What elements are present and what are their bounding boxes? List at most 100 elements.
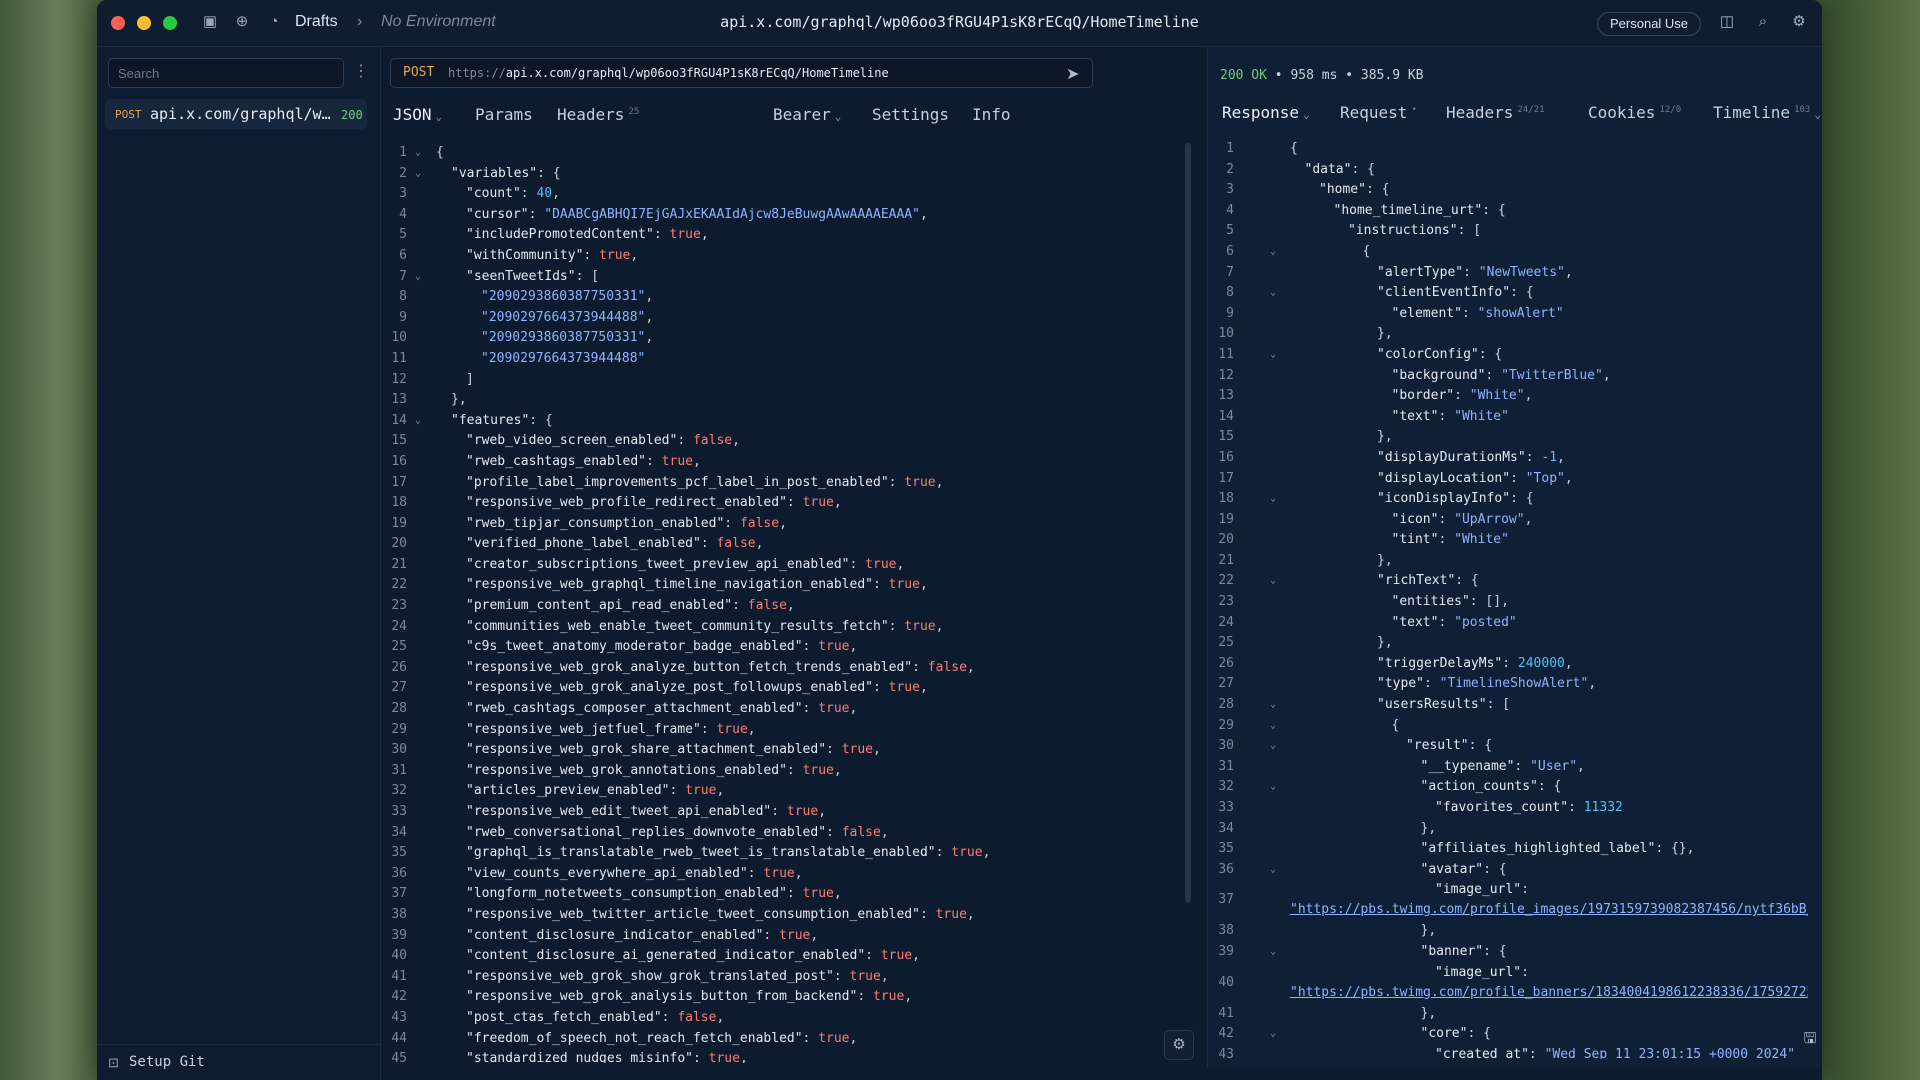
fold-chevron-icon[interactable]: ⌄ — [1270, 489, 1276, 510]
code-line: 25 "c9s_tweet_anatomy_moderator_badge_ena… — [381, 637, 1181, 658]
code-token: , — [747, 721, 756, 737]
settings-icon[interactable]: ⚙ — [1789, 12, 1809, 32]
fold-chevron-icon[interactable]: ⌄ — [1270, 571, 1276, 592]
code-line: 22 ⌄ "richText": { — [1208, 571, 1808, 592]
fold-chevron-icon[interactable]: ⌄ — [1270, 1024, 1276, 1045]
response-tab-response[interactable]: Response ⌄ — [1222, 103, 1310, 122]
code-token: "avatar" — [1420, 861, 1484, 877]
send-icon[interactable]: ➤ — [1066, 64, 1079, 84]
code-token: , — [935, 618, 944, 634]
response-tab-cookies[interactable]: Cookies 12/0 — [1588, 103, 1681, 122]
code-token: , — [1588, 676, 1597, 692]
code-line: 23 "premium_content_api_read_enabled": fa… — [381, 596, 1181, 617]
line-number: 27 — [391, 680, 407, 696]
code-line: 35 "graphql_is_translatable_rweb_tweet_is… — [381, 843, 1181, 864]
fold-chevron-icon[interactable]: ⌄ — [1270, 777, 1276, 798]
request-tab-settings[interactable]: Settings — [872, 105, 949, 124]
response-panel: 200 OK • 958 ms • 385.9 KB ↺ Response⌄Re… — [1207, 47, 1822, 1067]
fold-chevron-icon[interactable]: ⌄ — [1270, 695, 1276, 716]
response-tab-request[interactable]: Request • — [1340, 103, 1417, 122]
code-line: 5 "includePromotedContent": true, — [381, 225, 1181, 246]
workspace-button[interactable]: Personal Use — [1597, 12, 1702, 36]
request-tab-params[interactable]: Params — [475, 105, 533, 124]
fold-chevron-icon[interactable]: ⌄ — [1270, 345, 1276, 366]
code-line: 28 "rweb_cashtags_composer_attachment_ena… — [381, 699, 1181, 720]
code-token: : — [692, 1051, 709, 1063]
tab-label: Response — [1222, 103, 1300, 122]
request-tab-bearer[interactable]: Bearer ⌄ — [773, 105, 841, 124]
code-token: : — [1438, 408, 1455, 424]
fold-chevron-icon[interactable]: ⌄ — [415, 164, 421, 185]
fold-chevron-icon[interactable]: ⌄ — [1270, 736, 1276, 757]
code-token: "home_timeline_urt" — [1333, 202, 1483, 218]
code-line: 10}, — [1208, 324, 1808, 345]
fold-chevron-icon[interactable]: ⌄ — [415, 411, 421, 432]
response-tab-headers[interactable]: Headers 24/21 — [1446, 103, 1545, 122]
url-link[interactable]: "https://pbs.twimg.com/profile_banners/1… — [1290, 985, 1808, 1000]
request-tab-json[interactable]: JSON ⌄ — [393, 105, 442, 124]
environment-selector[interactable]: No Environment — [381, 13, 496, 31]
request-scrollbar[interactable] — [1185, 143, 1191, 903]
more-options-icon[interactable]: ⋮ — [353, 61, 369, 81]
code-text: "iconDisplayInfo": { — [1377, 489, 1534, 510]
code-token: }, — [451, 392, 467, 408]
search-icon[interactable]: ⌕ — [1753, 12, 1773, 32]
code-token: : — [771, 804, 787, 819]
code-token: 240000 — [1517, 655, 1565, 671]
editor-settings-icon[interactable]: ⚙ — [1164, 1030, 1194, 1060]
code-text: { — [1290, 139, 1298, 160]
fold-chevron-icon[interactable]: ⌄ — [415, 267, 421, 288]
code-token: "text" — [1391, 408, 1439, 424]
add-icon[interactable]: ⊕ — [233, 13, 251, 31]
url-link[interactable]: "https://pbs.twimg.com/profile_images/19… — [1290, 902, 1808, 917]
fold-chevron-icon[interactable]: ⌄ — [415, 143, 421, 164]
request-tab-headers[interactable]: Headers 25 — [557, 105, 639, 124]
sidebar-request-item[interactable]: POST api.x.com/graphql/w… 200 — [105, 99, 367, 129]
code-token: : — [919, 906, 936, 922]
maximize-window-button[interactable] — [163, 16, 177, 30]
request-tab-info[interactable]: Info — [972, 105, 1011, 124]
cookie-icon[interactable]: ◔ — [265, 13, 283, 31]
code-line: 21}, — [1208, 551, 1808, 572]
code-text: }, — [1421, 921, 1437, 942]
code-line: 13 "border": "White", — [1208, 386, 1808, 407]
sidebar-search-input[interactable]: Search — [108, 58, 344, 88]
url-method-selector[interactable]: POST — [403, 65, 434, 80]
fold-chevron-icon[interactable]: ⌄ — [1270, 242, 1276, 263]
code-token: , — [982, 845, 991, 861]
fold-chevron-icon[interactable]: ⌄ — [1270, 860, 1276, 881]
code-token: : — [857, 989, 873, 1005]
breadcrumb-drafts[interactable]: Drafts — [295, 13, 338, 31]
code-token: }, — [1420, 820, 1437, 836]
sidebar-toggle-icon[interactable]: ▣ — [201, 13, 219, 31]
code-token: "home" — [1319, 182, 1366, 198]
code-token: , — [833, 762, 842, 778]
minimize-window-button[interactable] — [137, 16, 151, 30]
url-input[interactable]: https://api.x.com/graphql/wp06oo3fRGU4P1… — [448, 66, 889, 80]
url-bar[interactable]: POST https://api.x.com/graphql/wp06oo3fR… — [390, 58, 1093, 88]
code-token: : — [646, 453, 662, 469]
close-window-button[interactable] — [111, 16, 125, 30]
save-icon[interactable]: 🖫 — [1796, 1025, 1822, 1053]
code-token: : {}, — [1655, 841, 1695, 857]
response-body-viewer[interactable]: 1{2 "data": {3 "home": {4 "home_timeline_ur… — [1208, 139, 1808, 1059]
code-text: "triggerDelayMs": 240000, — [1377, 654, 1573, 675]
fold-chevron-icon[interactable]: ⌄ — [1270, 283, 1276, 304]
line-number: 6 — [1226, 243, 1234, 259]
code-token: : { — [1478, 346, 1503, 362]
code-token: "Top" — [1525, 470, 1565, 486]
line-number: 3 — [1226, 182, 1234, 198]
response-tab-timeline[interactable]: Timeline 103 ⌄ — [1713, 103, 1821, 122]
code-token: true — [904, 618, 936, 634]
code-token: "rweb_cashtags_composer_attachment_enabl… — [466, 701, 803, 717]
setup-git-button[interactable]: Setup Git — [129, 1054, 205, 1070]
line-number: 44 — [391, 1030, 407, 1046]
request-body-editor[interactable]: 1 ⌄{2 ⌄ "variables": {3 "count": 40, 4 "cursor… — [381, 143, 1181, 1063]
fold-chevron-icon[interactable]: ⌄ — [1270, 716, 1276, 737]
code-token: true — [873, 989, 905, 1005]
status-code: 200 OK — [1220, 68, 1267, 83]
fold-chevron-icon[interactable]: ⌄ — [1270, 942, 1276, 963]
code-token: : — [724, 515, 740, 531]
code-line: 20 "tint": "White" — [1208, 530, 1808, 551]
layout-icon[interactable]: ◫ — [1717, 12, 1737, 32]
